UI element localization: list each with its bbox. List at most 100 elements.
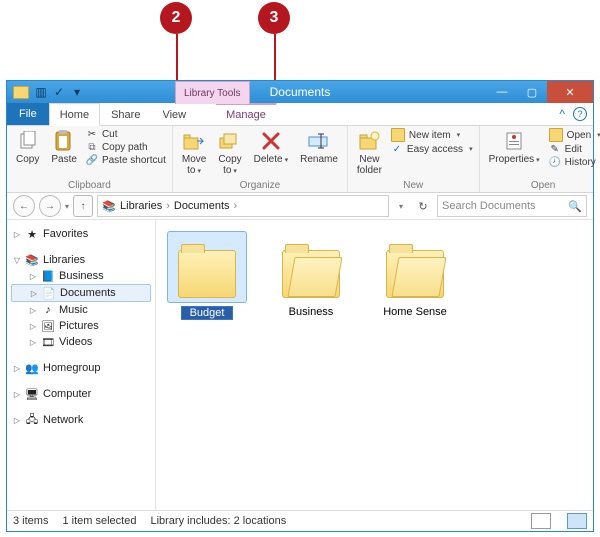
cut-button[interactable]: ✂ Cut (86, 128, 166, 140)
easy-access-button[interactable]: ✓ Easy access (391, 143, 473, 155)
ribbon-group-new: Newfolder New item ✓ Easy access New (348, 126, 480, 192)
sidebar-item-documents[interactable]: ▷ 📄 Documents (11, 284, 151, 302)
folder-item-home-sense[interactable]: Home Sense (376, 232, 454, 318)
search-box[interactable]: Search Documents 🔍 (437, 195, 587, 217)
sidebar-item-music[interactable]: ▷ ♪ Music (11, 302, 151, 318)
libraries-icon: 📚 (25, 254, 39, 266)
folder-icon (282, 250, 340, 298)
chevron-icon: ▷ (29, 322, 37, 331)
new-item-button[interactable]: New item (391, 128, 473, 142)
ribbon-group-clipboard: Copy Paste ✂ Cut ⧉ Copy path (7, 126, 173, 192)
computer-label: Computer (43, 388, 91, 400)
copy-to-icon (219, 130, 241, 152)
sidebar-item-label: Business (59, 270, 104, 282)
recent-locations-button[interactable]: ▾ (65, 202, 69, 211)
rename-button[interactable]: Rename (297, 128, 341, 167)
edit-label: Edit (565, 144, 582, 155)
group-label: Organize (179, 180, 341, 192)
sidebar-computer[interactable]: ▷ 🖥 Computer (11, 386, 151, 402)
icons-view-button[interactable] (567, 513, 587, 529)
easy-access-label: Easy access (407, 144, 463, 155)
navigation-pane: ▷ ★ Favorites ▽ 📚 Libraries ▷ 📘 Business (7, 220, 156, 510)
chevron-icon: ▷ (29, 306, 37, 315)
history-icon: 🕗 (549, 156, 561, 168)
qat-item[interactable]: ✓ (53, 86, 65, 98)
delete-button[interactable]: Delete (251, 128, 291, 168)
move-to-button[interactable]: Moveto (179, 128, 209, 179)
qat-dropdown[interactable]: ▾ (71, 86, 83, 98)
tab-manage[interactable]: Manage (215, 103, 277, 125)
homegroup-label: Homegroup (43, 362, 100, 374)
item-label: Business (289, 306, 334, 318)
paste-icon (53, 130, 75, 152)
window-icon[interactable] (13, 86, 29, 99)
chevron-icon: ▷ (13, 364, 21, 373)
sidebar-item-label: Videos (59, 336, 92, 348)
sidebar-libraries[interactable]: ▽ 📚 Libraries (11, 252, 151, 268)
search-placeholder: Search Documents (442, 200, 536, 212)
address-history-button[interactable]: ▾ (393, 202, 409, 211)
copy-to-button[interactable]: Copyto (215, 128, 244, 179)
sidebar-item-label: Documents (60, 287, 116, 299)
network-label: Network (43, 414, 83, 426)
folder-item-business[interactable]: Business (272, 232, 350, 318)
paste-button[interactable]: Paste (48, 128, 80, 167)
tab-file[interactable]: File (7, 103, 49, 125)
tab-share[interactable]: Share (100, 103, 151, 125)
move-to-label: Moveto (182, 154, 206, 177)
open-label: Open (567, 130, 591, 141)
ribbon: Copy Paste ✂ Cut ⧉ Copy path (7, 126, 593, 193)
tab-home[interactable]: Home (49, 103, 100, 126)
copy-icon (17, 130, 39, 152)
sidebar-item-videos[interactable]: ▷ 🎞 Videos (11, 334, 151, 350)
address-bar[interactable]: 📚 Libraries Documents (97, 195, 389, 217)
history-button[interactable]: 🕗 History (549, 156, 600, 168)
paste-shortcut-label: Paste shortcut (102, 155, 166, 166)
close-button[interactable]: ✕ (547, 81, 593, 103)
group-label: Open (486, 180, 600, 192)
folder-icon (178, 250, 236, 298)
ribbon-collapse-icon[interactable]: ^ (559, 107, 565, 121)
open-button[interactable]: Open (549, 128, 600, 142)
maximize-button[interactable]: ▢ (517, 81, 547, 103)
delete-label: Delete (254, 154, 288, 166)
sidebar-item-label: Music (59, 304, 88, 316)
sidebar-homegroup[interactable]: ▷ 👥 Homegroup (11, 360, 151, 376)
sidebar-network[interactable]: ▷ 🖧 Network (11, 412, 151, 428)
star-icon: ★ (25, 228, 39, 240)
folder-item-budget[interactable]: Budget (168, 232, 246, 320)
refresh-button[interactable]: ↻ (413, 200, 433, 213)
search-icon: 🔍 (568, 200, 582, 213)
properties-button[interactable]: Properties (486, 128, 543, 168)
breadcrumb[interactable]: Documents (174, 200, 237, 212)
sidebar-item-pictures[interactable]: ▷ 🖼 Pictures (11, 318, 151, 334)
titlebar: ▥ ✓ ▾ Library Tools Documents — ▢ ✕ (7, 81, 593, 103)
tab-view[interactable]: View (151, 103, 197, 125)
paste-shortcut-button[interactable]: 🔗 Paste shortcut (86, 154, 166, 166)
music-icon: ♪ (41, 304, 55, 316)
content-pane[interactable]: Budget Business Home Sense (156, 220, 593, 510)
status-library: Library includes: 2 locations (150, 515, 286, 527)
chevron-icon: ▷ (13, 230, 21, 239)
qat-item[interactable]: ▥ (35, 86, 47, 98)
details-view-button[interactable] (531, 513, 551, 529)
forward-button[interactable]: → (39, 195, 61, 217)
move-to-icon (183, 130, 205, 152)
up-button[interactable]: ↑ (73, 195, 93, 217)
copy-button[interactable]: Copy (13, 128, 42, 167)
new-folder-button[interactable]: Newfolder (354, 128, 385, 178)
group-label: Clipboard (13, 180, 166, 192)
copy-path-button[interactable]: ⧉ Copy path (86, 141, 166, 153)
chevron-icon: ▷ (13, 390, 21, 399)
back-button[interactable]: ← (13, 195, 35, 217)
edit-button[interactable]: ✎ Edit (549, 143, 600, 155)
minimize-button[interactable]: — (487, 81, 517, 103)
sidebar-item-business[interactable]: ▷ 📘 Business (11, 268, 151, 284)
breadcrumb[interactable]: Libraries (120, 200, 170, 212)
help-icon[interactable]: ? (573, 107, 587, 121)
sidebar-favorites[interactable]: ▷ ★ Favorites (11, 226, 151, 242)
contextual-tab-group: Library Tools (175, 81, 250, 104)
rename-input[interactable]: Budget (181, 306, 233, 320)
history-label: History (565, 157, 596, 168)
chevron-down-icon: ▽ (13, 256, 21, 265)
